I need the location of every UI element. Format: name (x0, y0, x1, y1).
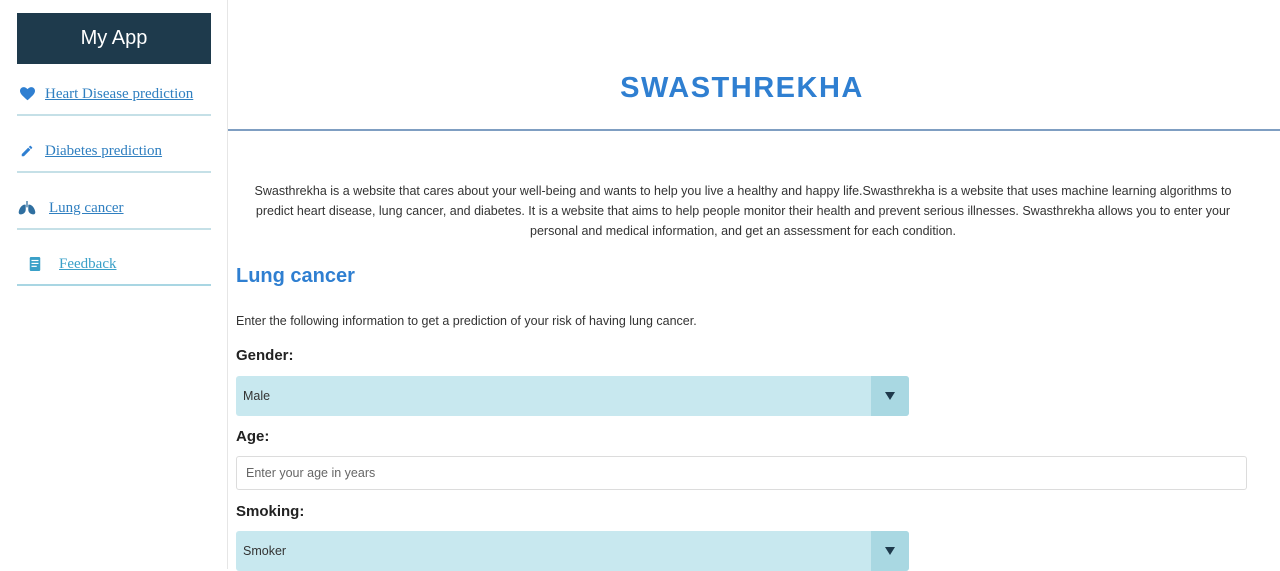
sidebar-item-lung-cancer[interactable]: Lung cancer (17, 188, 211, 230)
page-title: SWASTHREKHA (620, 72, 864, 104)
lungs-icon (17, 200, 37, 216)
sidebar-item-diabetes[interactable]: Diabetes prediction (17, 131, 211, 173)
smoking-select-value: Smoker (243, 544, 287, 558)
gender-label: Gender: (236, 347, 294, 364)
chevron-down-icon[interactable] (871, 376, 909, 416)
sidebar-item-heart-disease[interactable]: Heart Disease prediction (17, 74, 211, 116)
age-input[interactable] (236, 456, 1247, 490)
gender-select-value: Male (243, 389, 271, 403)
sidebar: My App Heart Disease prediction Diabetes… (0, 0, 228, 569)
book-icon (25, 256, 45, 272)
age-label: Age: (236, 428, 270, 445)
sidebar-item-label[interactable]: Feedback (59, 256, 116, 273)
section-description: Enter the following information to get a… (236, 314, 697, 328)
intro-paragraph: Swasthrekha is a website that cares abou… (254, 184, 1232, 238)
chevron-down-icon[interactable] (871, 531, 909, 571)
section-heading: Lung cancer (236, 265, 355, 287)
gender-select[interactable]: Male (236, 376, 909, 416)
heart-icon (17, 86, 37, 102)
smoking-select[interactable]: Smoker (236, 531, 909, 571)
sidebar-item-feedback[interactable]: Feedback (17, 244, 211, 286)
smoking-label: Smoking: (236, 503, 305, 520)
title-divider (228, 129, 1280, 131)
pencil-icon (17, 143, 37, 159)
app-title: My App (17, 13, 211, 64)
sidebar-item-label[interactable]: Lung cancer (49, 200, 124, 217)
main-content: SWASTHREKHA Swasthrekha is a website tha… (228, 0, 1280, 571)
sidebar-item-label[interactable]: Heart Disease prediction (45, 86, 193, 103)
sidebar-item-label[interactable]: Diabetes prediction (45, 143, 162, 160)
